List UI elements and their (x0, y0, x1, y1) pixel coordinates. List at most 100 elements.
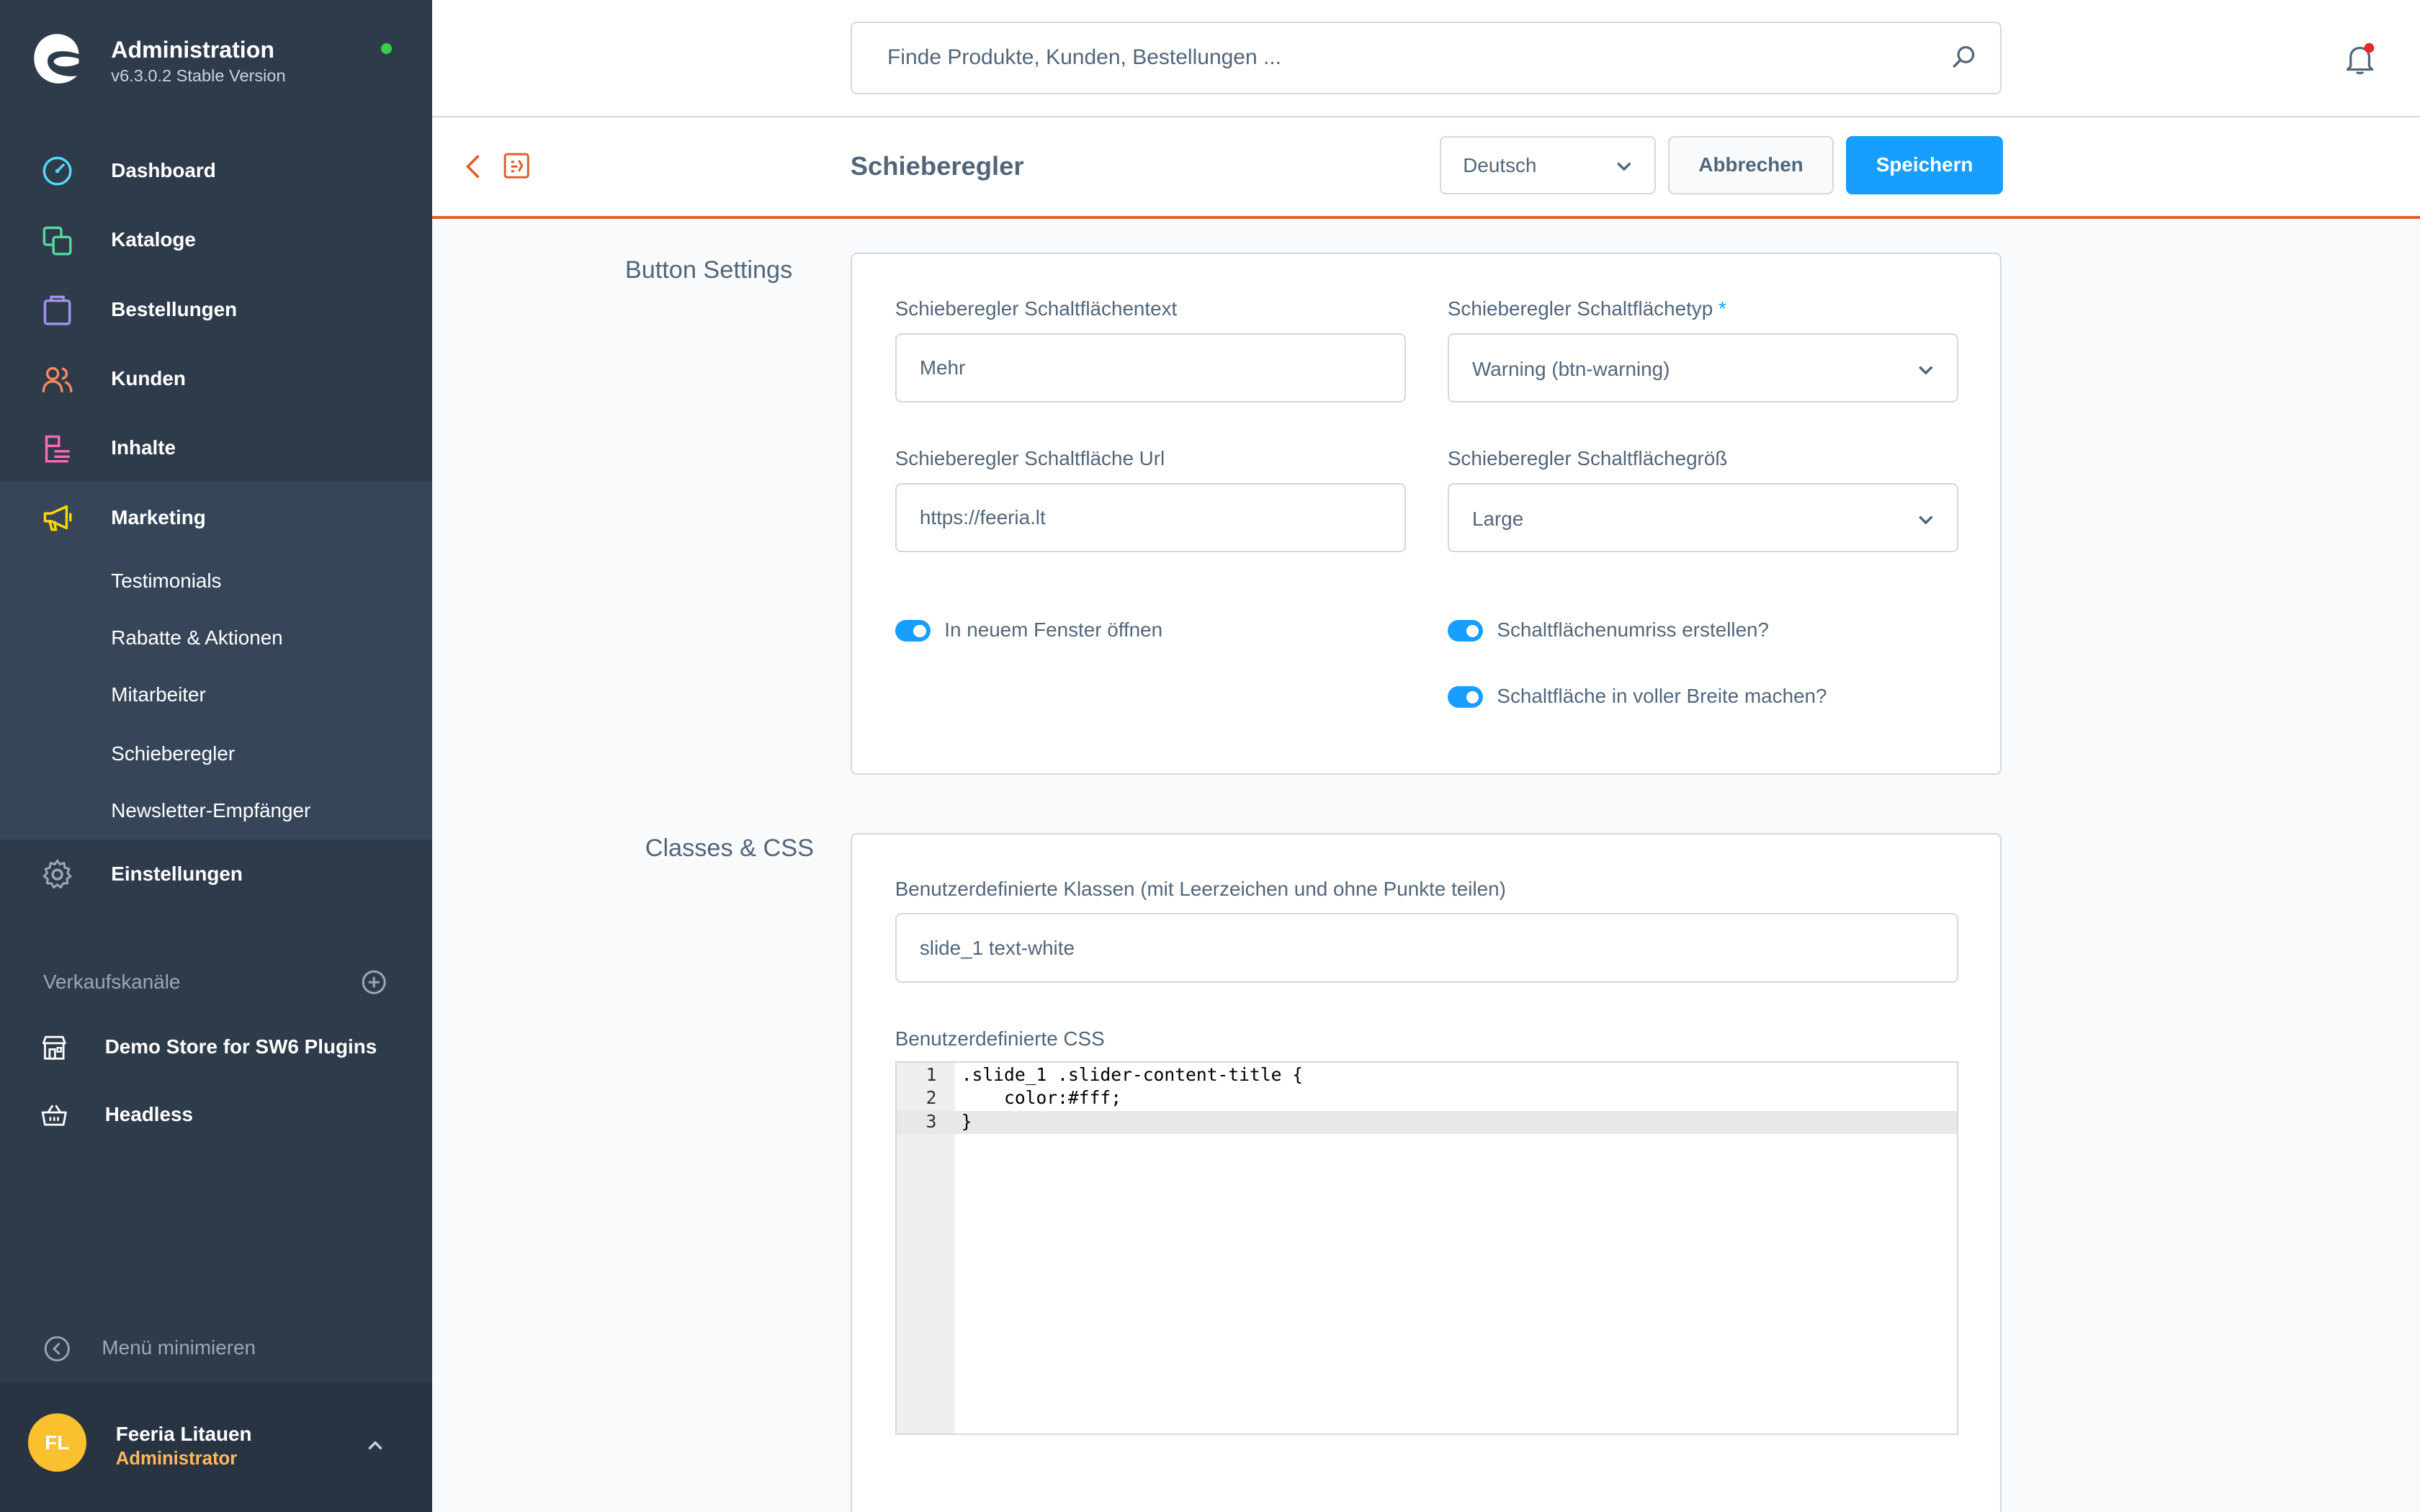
module-icon[interactable] (503, 153, 529, 179)
user-role: Administrator (115, 1449, 238, 1470)
code-line: 1 .slide_1 .slider-content-title { (897, 1064, 1957, 1087)
required-marker: * (1718, 297, 1726, 320)
global-search[interactable] (850, 22, 2002, 94)
outline-toggle[interactable] (1447, 620, 1484, 642)
settings-icon (42, 860, 72, 889)
sidebar-item-orders[interactable]: Bestellungen (0, 276, 432, 344)
button-size-label: Schieberegler Schaltflächegröß (1447, 447, 1728, 470)
dashboard-icon (42, 156, 72, 186)
line-number: 2 (926, 1087, 937, 1109)
sidebar-item-label: Einstellungen (111, 862, 243, 885)
sidebar-item-label: Inhalte (111, 436, 176, 459)
sidebar-item-label: Kunden (111, 367, 186, 390)
button-text-field[interactable] (895, 333, 1406, 403)
code-text: color:#fff; (961, 1087, 1122, 1109)
section-heading-classes-css: Classes & CSS (645, 834, 814, 863)
sidebar-item-label: Kataloge (111, 228, 196, 251)
minimize-label: Menü minimieren (102, 1336, 256, 1359)
search-icon[interactable] (1951, 45, 1976, 69)
catalog-icon (42, 226, 72, 256)
outline-toggle-label: Schaltflächenumriss erstellen? (1497, 618, 1770, 642)
sidebar-item-label: Bestellungen (111, 297, 238, 320)
brand-header: Administration v6.3.0.2 Stable Version (0, 0, 432, 117)
line-number: 1 (926, 1064, 937, 1086)
save-button[interactable]: Speichern (1845, 135, 2004, 194)
full-width-toggle[interactable] (1447, 686, 1484, 708)
cancel-button[interactable]: Abbrechen (1668, 135, 1834, 194)
button-settings-card: Schieberegler Schaltflächentext Schieber… (850, 253, 2002, 775)
custom-css-editor[interactable]: 1 .slide_1 .slider-content-title { 2 col… (895, 1061, 1959, 1435)
marketing-icon (43, 505, 72, 531)
button-type-value: Warning (btn-warning) (1471, 357, 1670, 380)
custom-css-label: Benutzerdefinierte CSS (895, 1027, 1105, 1050)
code-line-active: 3 } (896, 1110, 1958, 1134)
customers-icon (42, 366, 73, 392)
status-indicator (381, 43, 393, 54)
chevron-up-icon[interactable] (364, 1435, 386, 1457)
app-root: Administration v6.3.0.2 Stable Version D… (0, 0, 2420, 1512)
section-heading-button-settings: Button Settings (624, 256, 793, 284)
add-sales-channel-icon[interactable] (361, 969, 387, 995)
chevron-down-icon (1616, 162, 1631, 171)
orders-icon (43, 295, 71, 325)
line-number: 3 (926, 1110, 937, 1132)
sidebar: Administration v6.3.0.2 Stable Version D… (0, 0, 432, 1512)
smart-bar: Schieberegler Deutsch Abbrechen Speicher… (432, 117, 2420, 220)
button-text-label: Schieberegler Schaltflächentext (895, 297, 1178, 320)
sales-channel-label: Headless (104, 1103, 193, 1126)
sales-channel-headless[interactable]: Headless (0, 1081, 432, 1149)
shopware-logo-icon (34, 34, 79, 84)
page-title: Schieberegler (850, 150, 1024, 181)
code-text: } (961, 1110, 972, 1132)
custom-classes-input[interactable] (896, 914, 1958, 981)
sidebar-item-dashboard[interactable]: Dashboard (0, 138, 432, 205)
basket-icon (41, 1104, 67, 1126)
code-line: 2 color:#fff; (897, 1087, 1957, 1110)
top-bar (432, 0, 2420, 117)
sidebar-subitem-newsletter[interactable]: Newsletter-Empfänger (111, 799, 310, 822)
sidebar-item-catalogs[interactable]: Kataloge (0, 207, 432, 274)
sidebar-item-customers[interactable]: Kunden (0, 346, 432, 413)
sidebar-item-marketing[interactable]: Marketing (0, 485, 432, 552)
app-title: Administration (111, 37, 274, 63)
button-url-label: Schieberegler Schaltfläche Url (895, 447, 1165, 470)
content-icon (45, 435, 70, 463)
notification-bell-icon[interactable] (2343, 42, 2377, 76)
user-name: Feeria Litauen (115, 1422, 252, 1445)
sidebar-subitem-discounts[interactable]: Rabatte & Aktionen (111, 626, 282, 649)
button-url-field[interactable] (895, 482, 1406, 552)
back-arrow-icon[interactable] (463, 153, 485, 181)
sidebar-subitem-employees[interactable]: Mitarbeiter (111, 683, 206, 706)
custom-classes-field[interactable] (895, 913, 1959, 983)
button-type-select[interactable]: Warning (btn-warning) (1447, 333, 1959, 403)
sales-channel-label: Demo Store for SW6 Plugins (104, 1035, 377, 1058)
button-text-input[interactable] (896, 334, 1404, 402)
chevron-down-icon (1919, 516, 1934, 525)
app-version: v6.3.0.2 Stable Version (111, 66, 286, 86)
classes-css-card: Benutzerdefinierte Klassen (mit Leerzeic… (850, 833, 2002, 1512)
search-input[interactable] (851, 23, 1932, 93)
avatar: FL (27, 1413, 86, 1472)
custom-classes-label: Benutzerdefinierte Klassen (mit Leerzeic… (895, 878, 1506, 901)
collapse-icon (44, 1336, 70, 1362)
button-type-label: Schieberegler Schaltflächetyp * (1448, 297, 1726, 320)
sidebar-subitem-slider[interactable]: Schieberegler (111, 742, 235, 765)
sales-channel-demo-store[interactable]: Demo Store for SW6 Plugins (0, 1014, 432, 1081)
marketing-section: Marketing Testimonials Rabatte & Aktione… (0, 481, 432, 840)
button-url-input[interactable] (896, 484, 1404, 551)
storefront-icon (42, 1035, 66, 1060)
chevron-down-icon (1919, 366, 1934, 375)
sidebar-item-label: Dashboard (111, 158, 216, 181)
sidebar-item-settings[interactable]: Einstellungen (0, 841, 432, 909)
sidebar-subitem-testimonials[interactable]: Testimonials (111, 570, 221, 593)
new-window-toggle-label: In neuem Fenster öffnen (944, 618, 1163, 642)
button-size-select[interactable]: Large (1447, 482, 1959, 552)
full-width-toggle-label: Schaltfläche in voller Breite machen? (1497, 685, 1827, 708)
new-window-toggle[interactable] (895, 620, 931, 642)
sidebar-item-content[interactable]: Inhalte (0, 415, 432, 482)
user-menu[interactable]: FL Feeria Litauen Administrator (0, 1382, 432, 1512)
minimize-menu-button[interactable]: Menü minimieren (0, 1320, 432, 1376)
language-select[interactable]: Deutsch (1440, 135, 1657, 194)
language-value: Deutsch (1463, 154, 1537, 177)
button-size-value: Large (1471, 507, 1524, 530)
